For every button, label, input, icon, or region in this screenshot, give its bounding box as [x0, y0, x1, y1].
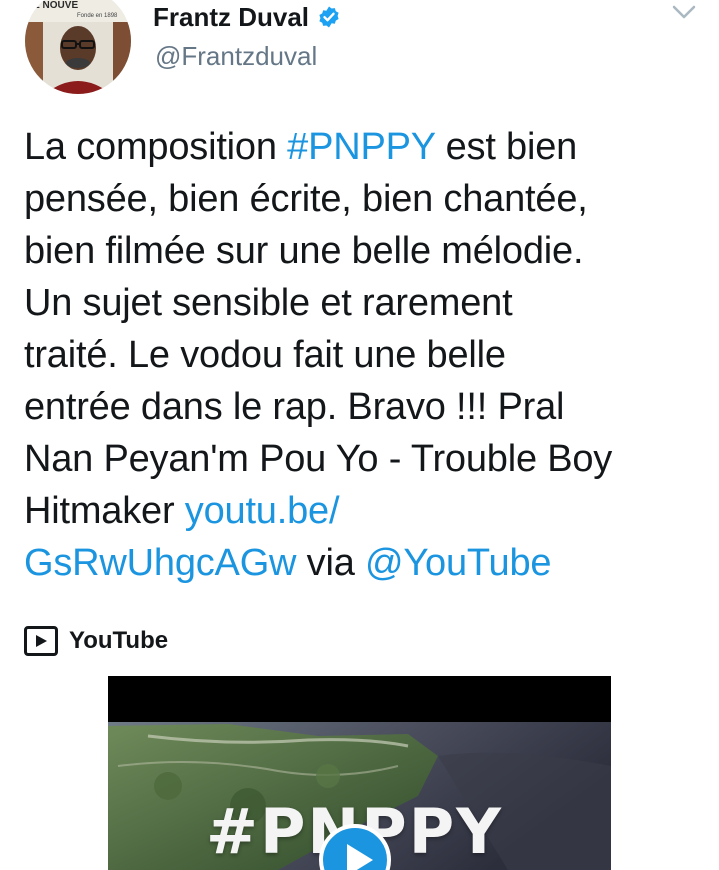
tweet-line: Hitmaker youtu.be/: [24, 485, 708, 537]
tweet-text-segment: via: [296, 542, 366, 584]
author-name-row: Frantz Duval: [153, 0, 341, 34]
hashtag-link[interactable]: #PNPPY: [287, 126, 435, 168]
youtube-icon: [24, 626, 58, 656]
tweet-text-segment: pensée, bien écrite, bien chantée,: [24, 178, 588, 220]
tweet-line: Nan Peyan'm Pou Yo - Trouble Boy: [24, 433, 708, 485]
card-source[interactable]: YouTube: [24, 624, 168, 658]
avatar-sign-text: LE NOUVE: [27, 0, 78, 11]
tweet-text-segment: Un sujet sensible et rarement: [24, 282, 513, 324]
tweet-text-segment: La composition: [24, 126, 288, 168]
tweet-text-segment: bien filmée sur une belle mélodie.: [24, 230, 584, 272]
author-name[interactable]: Frantz Duval: [153, 2, 309, 33]
tweet-text-segment: Hitmaker: [24, 490, 185, 532]
avatar-sign-subtext: Fonde en 1898: [77, 13, 118, 19]
tweet-text-segment: est bien: [435, 126, 578, 168]
mention-link[interactable]: @YouTube: [365, 542, 552, 584]
url-link[interactable]: GsRwUhgcAGw: [24, 542, 297, 584]
play-icon: [347, 844, 373, 870]
tweet-line: bien filmée sur une belle mélodie.: [24, 225, 708, 277]
tweet-line: pensée, bien écrite, bien chantée,: [24, 173, 708, 225]
author-handle[interactable]: @Frantzduval: [155, 41, 317, 72]
tweet-line: La composition #PNPPY est bien: [24, 121, 708, 173]
tweet-text-segment: traité. Le vodou fait une belle: [24, 334, 506, 376]
chevron-down-icon[interactable]: [670, 2, 698, 22]
video-thumbnail[interactable]: #PNPPY: [108, 676, 611, 870]
tweet-line: GsRwUhgcAGw via @YouTube: [24, 537, 708, 589]
tweet-line: entrée dans le rap. Bravo !!! Pral: [24, 381, 708, 433]
url-link[interactable]: youtu.be/: [185, 490, 340, 532]
verified-badge-icon: [317, 5, 341, 29]
tweet-text-segment: entrée dans le rap. Bravo !!! Pral: [24, 386, 565, 428]
author-avatar[interactable]: LE NOUVE Fonde en 1898: [25, 0, 131, 94]
tweet-text-segment: Nan Peyan'm Pou Yo - Trouble Boy: [24, 438, 613, 480]
tweet-line: Un sujet sensible et rarement: [24, 277, 708, 329]
avatar-photo: LE NOUVE Fonde en 1898: [25, 0, 131, 94]
tweet-line: traité. Le vodou fait une belle: [24, 329, 708, 381]
card-source-label: YouTube: [69, 627, 169, 654]
tweet-text: La composition #PNPPY est bien pensée, bi…: [24, 121, 708, 589]
